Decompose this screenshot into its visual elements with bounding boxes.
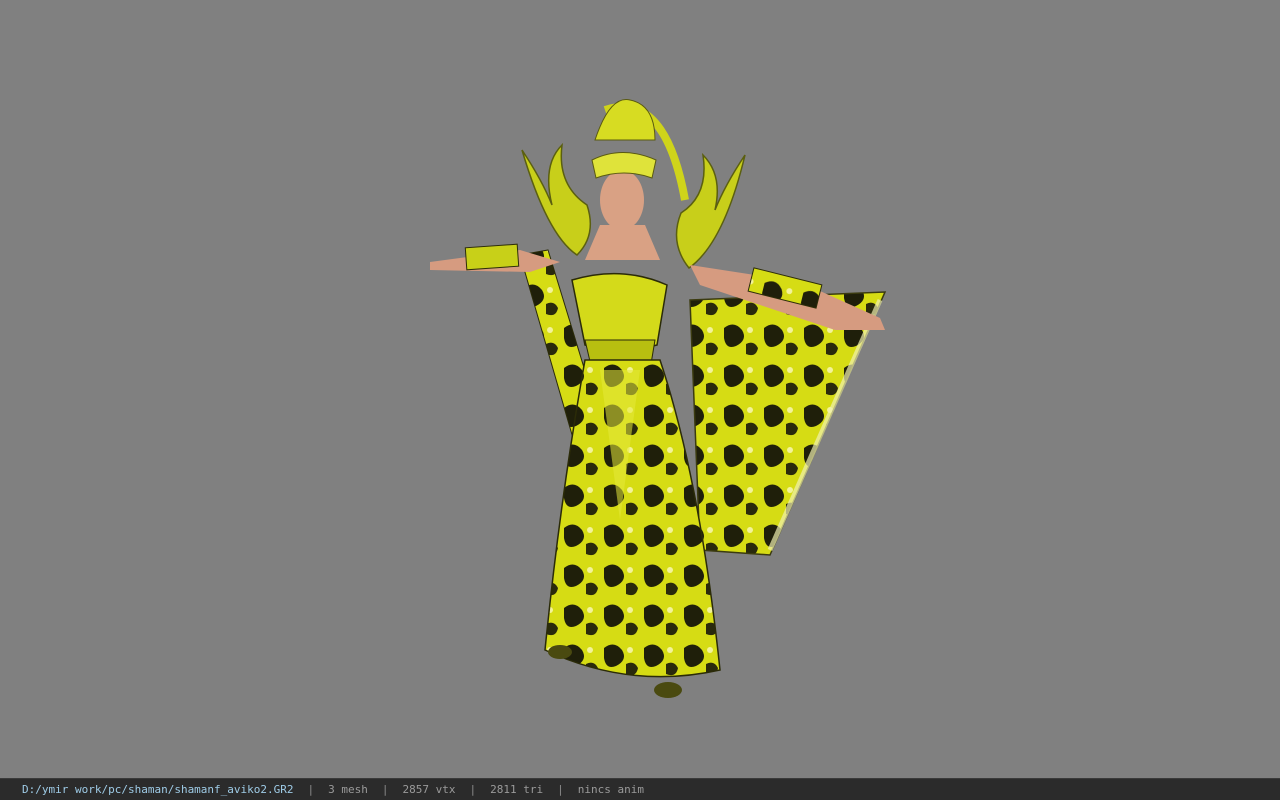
separator: |: [557, 783, 564, 796]
triangle-count: 2811 tri: [490, 783, 544, 796]
separator: |: [381, 783, 389, 796]
3d-viewport[interactable]: [0, 0, 1280, 778]
separator: |: [307, 783, 315, 796]
mesh-count: 3 mesh: [328, 783, 368, 796]
vertex-count: 2857 vtx: [402, 783, 456, 796]
separator: |: [469, 783, 477, 796]
status-bar: D:/ymir work/pc/shaman/shamanf_aviko2.GR…: [0, 778, 1280, 800]
character-model: [430, 99, 887, 698]
animation-status: nincs anim: [577, 783, 644, 796]
file-path: D:/ymir work/pc/shaman/shamanf_aviko2.GR…: [22, 783, 294, 796]
